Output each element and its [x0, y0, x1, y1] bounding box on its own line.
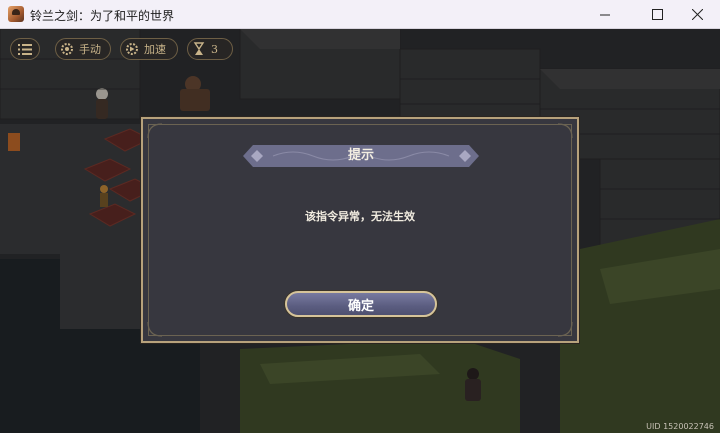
list-menu-icon: [18, 43, 32, 55]
dialog-title-banner: 提示: [243, 145, 479, 167]
window-titlebar: 铃兰之剑：为了和平的世界: [0, 0, 720, 29]
dialog-title: 提示: [347, 148, 374, 163]
corner-ornament-icon: [147, 123, 163, 139]
menu-button[interactable]: [10, 38, 40, 60]
speed-up-button[interactable]: 加速: [120, 38, 178, 60]
notice-dialog: 提示 该指令异常，无法生效 确定: [141, 117, 579, 343]
confirm-button-label: 确定: [347, 298, 374, 314]
window-title: 铃兰之剑：为了和平的世界: [30, 9, 175, 23]
fast-forward-gear-icon: [126, 43, 138, 55]
speed-up-label: 加速: [144, 43, 166, 56]
maximize-icon: [651, 9, 663, 20]
turn-counter: 3: [187, 38, 233, 60]
corner-ornament-icon: [147, 321, 163, 337]
dialog-message: 该指令异常，无法生效: [305, 210, 415, 223]
minimize-icon: [600, 14, 610, 15]
confirm-button[interactable]: 确定: [285, 291, 437, 317]
manual-mode-button[interactable]: 手动: [55, 38, 111, 60]
minimize-button[interactable]: [582, 0, 628, 29]
turn-count: 3: [211, 42, 218, 56]
close-button[interactable]: [674, 0, 720, 29]
corner-ornament-icon: [557, 321, 573, 337]
corner-ornament-icon: [557, 123, 573, 139]
user-id: UID 1520022746: [646, 422, 714, 431]
manual-mode-label: 手动: [79, 43, 101, 56]
app-icon: [8, 6, 24, 22]
close-icon: [691, 9, 703, 20]
gear-icon: [61, 43, 73, 55]
hourglass-icon: [193, 42, 205, 55]
